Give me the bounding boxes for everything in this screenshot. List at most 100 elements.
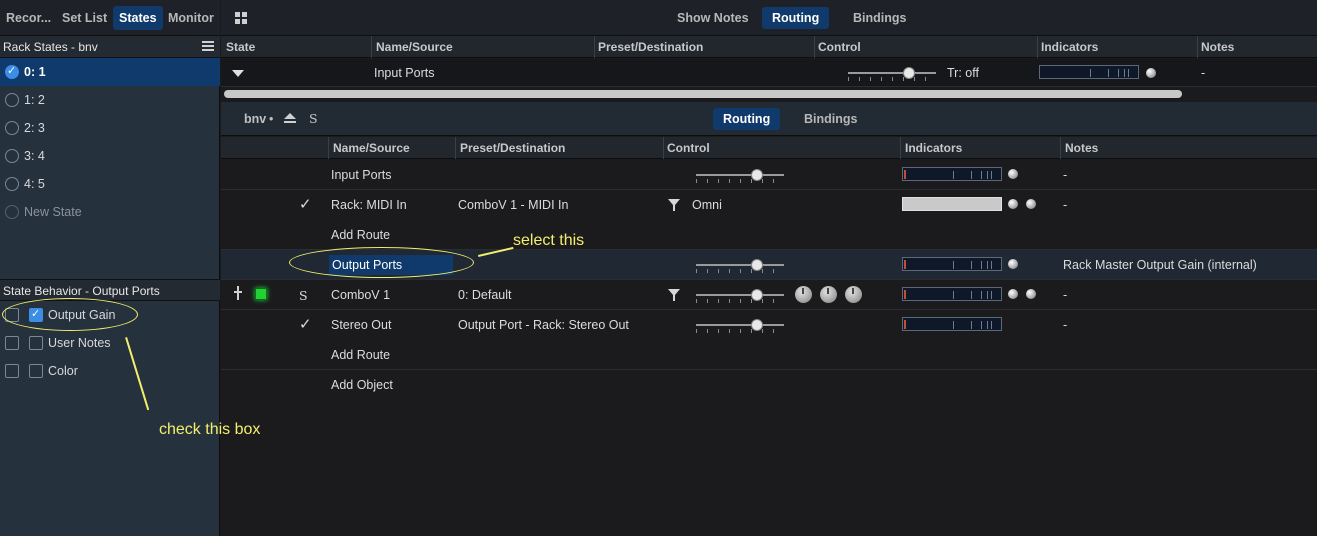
stereo-out-row[interactable]: ✓ Stereo Out Output Port - Rack: Stereo … bbox=[221, 310, 1317, 340]
midi-in-row[interactable]: ✓ Rack: MIDI In ComboV 1 - MIDI In Omni … bbox=[221, 190, 1317, 220]
state-radio-icon[interactable] bbox=[5, 205, 19, 219]
add-route-button[interactable]: Add Route bbox=[331, 348, 390, 362]
add-route-button[interactable]: Add Route bbox=[331, 228, 390, 242]
check-annotation-ellipse bbox=[2, 298, 138, 331]
horizontal-scrollbar[interactable] bbox=[221, 88, 1317, 100]
add-route-row[interactable]: Add Route bbox=[221, 340, 1317, 370]
row-notes: - bbox=[1063, 318, 1068, 332]
level-meter bbox=[902, 317, 1002, 331]
filter-icon[interactable] bbox=[668, 289, 680, 301]
add-object-row[interactable]: Add Object bbox=[221, 370, 1317, 400]
tab-bindings[interactable]: Bindings bbox=[853, 11, 906, 25]
row-name: ComboV 1 bbox=[331, 288, 391, 302]
show-notes-button[interactable]: Show Notes bbox=[677, 11, 749, 25]
new-state-item[interactable]: New State bbox=[0, 198, 220, 226]
gain-slider[interactable] bbox=[848, 64, 936, 82]
gain-slider[interactable] bbox=[696, 286, 784, 304]
state-item-1[interactable]: 1: 2 bbox=[0, 86, 220, 114]
behavior-item-color: Color bbox=[0, 357, 220, 385]
row-notes: - bbox=[1063, 168, 1068, 182]
checkmark-icon: ✓ bbox=[299, 196, 312, 213]
transpose-readout: Tr: off bbox=[947, 66, 979, 80]
activity-led-icon bbox=[1008, 289, 1018, 299]
header-preset-destination: Preset/Destination bbox=[598, 40, 704, 54]
midi-activity-meter bbox=[902, 197, 1002, 211]
state-radio-icon[interactable] bbox=[5, 149, 19, 163]
combov-row[interactable]: S ComboV 1 0: Default - bbox=[221, 280, 1317, 310]
eject-icon[interactable] bbox=[284, 113, 296, 124]
header-preset-destination: Preset/Destination bbox=[460, 141, 566, 155]
add-object-button[interactable]: Add Object bbox=[331, 378, 393, 392]
state-item-label: 0: 1 bbox=[24, 65, 46, 79]
state-item-label: 3: 4 bbox=[24, 149, 45, 163]
bypass-pin-icon[interactable] bbox=[234, 286, 242, 303]
scrollbar-thumb[interactable] bbox=[224, 90, 1182, 98]
new-state-label: New State bbox=[24, 205, 82, 219]
row-notes: - bbox=[1063, 198, 1068, 212]
level-meter bbox=[1039, 65, 1139, 79]
state-item-3[interactable]: 3: 4 bbox=[0, 142, 220, 170]
add-route-row[interactable]: Add Route bbox=[221, 220, 1317, 250]
state-behavior-header: State Behavior - Output Ports bbox=[0, 279, 220, 301]
gain-slider[interactable] bbox=[696, 316, 784, 334]
top-input-ports-row[interactable]: Input Ports Tr: off - bbox=[221, 59, 1317, 87]
solo-button[interactable]: S bbox=[299, 288, 308, 303]
state-radio-icon[interactable] bbox=[5, 177, 19, 191]
gain-slider[interactable] bbox=[696, 256, 784, 274]
header-indicators: Indicators bbox=[905, 141, 963, 155]
header-name-source: Name/Source bbox=[376, 40, 453, 54]
header-notes: Notes bbox=[1201, 40, 1235, 54]
header-notes: Notes bbox=[1065, 141, 1099, 155]
activity-led-icon bbox=[1026, 289, 1036, 299]
sub-tab-routing[interactable]: Routing bbox=[713, 108, 781, 130]
color-checkbox[interactable] bbox=[29, 364, 43, 378]
sub-tab-bindings[interactable]: Bindings bbox=[804, 112, 857, 126]
left-panel: Recor... Set List States Monitor Rack St… bbox=[0, 0, 220, 536]
state-radio-icon[interactable] bbox=[5, 93, 19, 107]
state-radio-icon[interactable] bbox=[5, 64, 19, 79]
row-destination: Output Port - Rack: Stereo Out bbox=[458, 318, 629, 332]
rack-sub-bar: bnv • S Routing Bindings bbox=[221, 102, 1317, 136]
state-item-0[interactable]: 0: 1 bbox=[0, 58, 220, 86]
midi-channel[interactable]: Omni bbox=[692, 198, 722, 212]
knob-icon[interactable] bbox=[845, 286, 862, 303]
tab-states[interactable]: States bbox=[113, 6, 163, 30]
input-ports-row[interactable]: Input Ports - bbox=[221, 160, 1317, 190]
header-control: Control bbox=[818, 40, 861, 54]
header-control: Control bbox=[667, 141, 710, 155]
level-meter bbox=[902, 257, 1002, 271]
grid-view-icon[interactable] bbox=[235, 12, 247, 24]
activity-led-icon bbox=[1008, 199, 1018, 209]
rack-states-header: Rack States - bnv bbox=[0, 36, 220, 58]
behavior-enable-checkbox[interactable] bbox=[5, 336, 19, 350]
state-radio-icon[interactable] bbox=[5, 121, 19, 135]
knob-icon[interactable] bbox=[820, 286, 837, 303]
level-meter bbox=[902, 287, 1002, 301]
tab-routing[interactable]: Routing bbox=[762, 7, 830, 29]
row-preset[interactable]: 0: Default bbox=[458, 288, 512, 302]
user-notes-checkbox[interactable] bbox=[29, 336, 43, 350]
led-indicator-icon bbox=[255, 288, 267, 300]
hamburger-menu-icon[interactable] bbox=[202, 41, 214, 51]
row-notes: - bbox=[1063, 288, 1068, 302]
left-tabbar: Recor... Set List States Monitor bbox=[0, 0, 220, 36]
filter-icon[interactable] bbox=[668, 199, 680, 211]
tab-recorder[interactable]: Recor... bbox=[6, 11, 51, 25]
state-item-4[interactable]: 4: 5 bbox=[0, 170, 220, 198]
tab-monitor[interactable]: Monitor bbox=[168, 11, 214, 25]
gain-slider[interactable] bbox=[696, 166, 784, 184]
state-behavior-title: State Behavior - Output Ports bbox=[3, 284, 160, 298]
collapse-triangle-icon[interactable] bbox=[232, 70, 244, 77]
header-name-source: Name/Source bbox=[333, 141, 410, 155]
knob-icon[interactable] bbox=[795, 286, 812, 303]
level-meter bbox=[902, 167, 1002, 181]
behavior-item-user-notes: User Notes bbox=[0, 329, 220, 357]
behavior-enable-checkbox[interactable] bbox=[5, 364, 19, 378]
solo-button[interactable]: S bbox=[309, 111, 318, 126]
behavior-item-label: User Notes bbox=[48, 336, 111, 350]
tab-set-list[interactable]: Set List bbox=[62, 11, 107, 25]
state-item-2[interactable]: 2: 3 bbox=[0, 114, 220, 142]
row-name: Input Ports bbox=[331, 168, 392, 182]
header-indicators: Indicators bbox=[1041, 40, 1099, 54]
row-name: Input Ports bbox=[374, 66, 435, 80]
